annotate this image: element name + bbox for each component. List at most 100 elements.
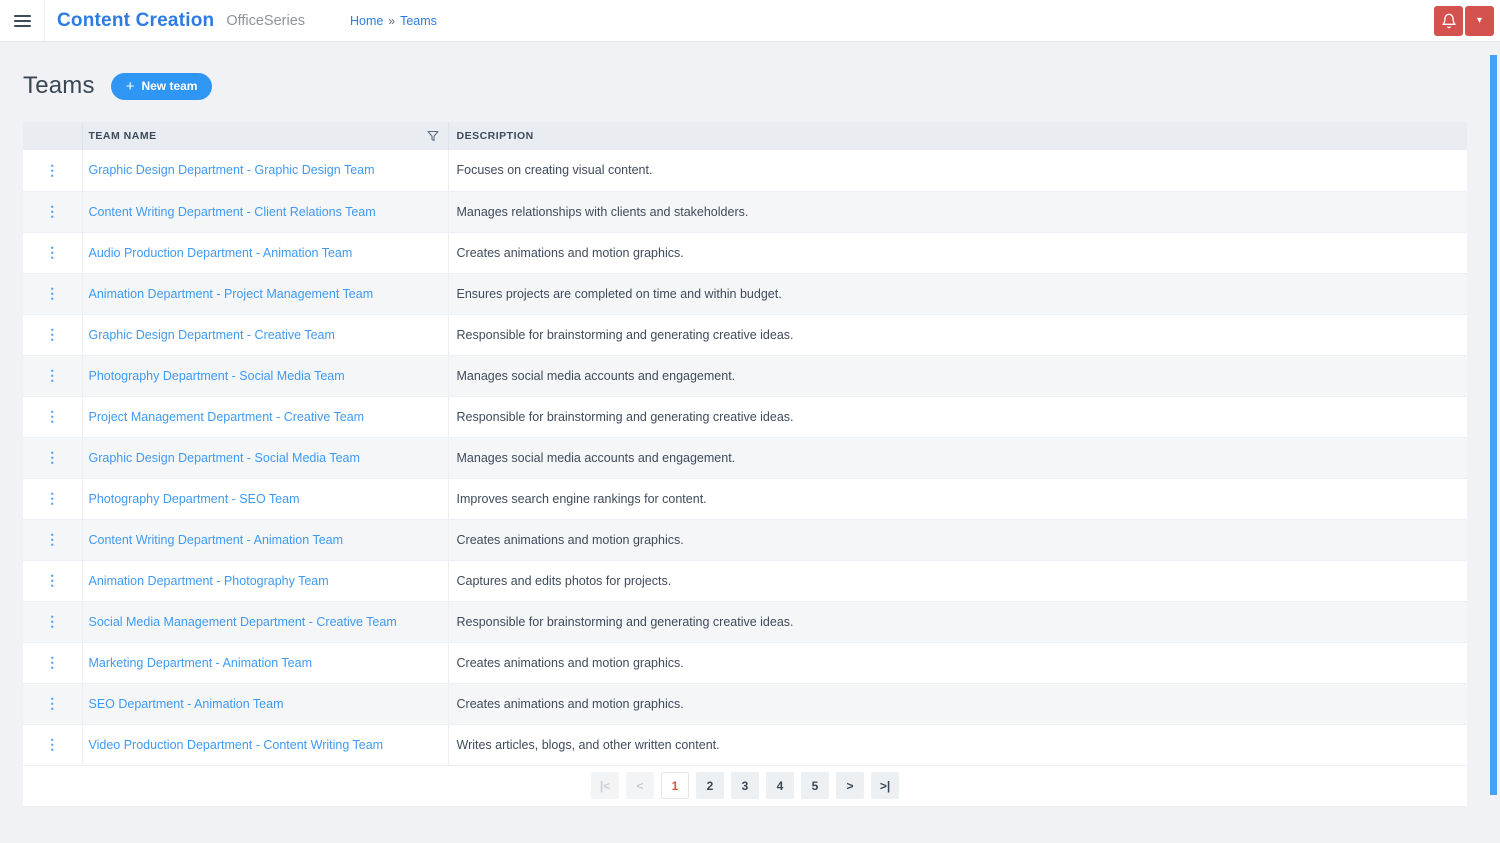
table-row: ⋮ Graphic Design Department - Creative T…	[23, 314, 1467, 356]
team-name-column-header: TEAM NAME	[82, 122, 449, 150]
page-title: Teams	[23, 72, 95, 99]
actions-column-header	[23, 122, 83, 150]
teams-table: TEAM NAME DESCRIPTION ⋮ Graphic Design D…	[23, 122, 1467, 766]
next-page-button[interactable]: >	[836, 772, 864, 799]
new-team-label: New team	[141, 79, 198, 93]
filter-icon[interactable]	[426, 130, 439, 142]
user-menu-button[interactable]: ▾	[1465, 5, 1494, 36]
table-row: ⋮ Audio Production Department - Animatio…	[23, 232, 1467, 274]
row-menu-icon[interactable]: ⋮	[45, 244, 59, 260]
team-description: Ensures projects are completed on time a…	[448, 273, 1467, 315]
team-description: Responsible for brainstorming and genera…	[448, 314, 1467, 356]
table-row: ⋮ Photography Department - SEO Team Impr…	[23, 478, 1467, 520]
team-name-link[interactable]: Social Media Management Department - Cre…	[89, 615, 397, 629]
row-menu-icon[interactable]: ⋮	[45, 285, 59, 301]
team-name-column-label: TEAM NAME	[88, 130, 157, 142]
team-name-link[interactable]: Animation Department - Project Managemen…	[89, 287, 374, 301]
scrollbar-thumb[interactable]	[1490, 55, 1497, 795]
row-menu-icon[interactable]: ⋮	[45, 449, 59, 465]
team-description: Manages social media accounts and engage…	[448, 437, 1467, 479]
team-name-link[interactable]: Audio Production Department - Animation …	[89, 246, 353, 260]
breadcrumb-separator: »	[388, 13, 396, 28]
table-row: ⋮ Content Writing Department - Animation…	[23, 519, 1467, 561]
top-bar: Content Creation OfficeSeries Home » Tea…	[0, 0, 1500, 42]
team-description: Focuses on creating visual content.	[448, 150, 1467, 192]
last-page-button[interactable]: >|	[871, 772, 899, 799]
bell-icon	[1441, 13, 1456, 28]
pagination: |< < 1 2 3 4 5 > >|	[23, 765, 1467, 806]
team-description: Manages social media accounts and engage…	[448, 355, 1467, 397]
description-column-label: DESCRIPTION	[456, 130, 534, 142]
row-menu-icon[interactable]: ⋮	[45, 572, 59, 588]
team-name-link[interactable]: Content Writing Department - Animation T…	[89, 533, 344, 547]
row-menu-icon[interactable]: ⋮	[45, 367, 59, 383]
team-description: Creates animations and motion graphics.	[448, 232, 1467, 274]
new-team-button[interactable]: + New team	[110, 72, 213, 100]
team-name-link[interactable]: Video Production Department - Content Wr…	[89, 738, 384, 752]
team-description: Creates animations and motion graphics.	[448, 519, 1467, 561]
row-menu-icon[interactable]: ⋮	[45, 736, 59, 752]
first-page-button[interactable]: |<	[591, 772, 619, 799]
team-name-link[interactable]: SEO Department - Animation Team	[89, 697, 284, 711]
table-row: ⋮ Graphic Design Department - Social Med…	[23, 437, 1467, 479]
teams-table-card: TEAM NAME DESCRIPTION ⋮ Graphic Design D…	[23, 122, 1467, 806]
app-subtitle: OfficeSeries	[226, 12, 306, 29]
page-button-2[interactable]: 2	[696, 772, 724, 799]
topbar-actions: ▾	[1434, 5, 1494, 36]
table-row: ⋮ Social Media Management Department - C…	[23, 601, 1467, 643]
row-menu-icon[interactable]: ⋮	[45, 162, 59, 178]
breadcrumb: Home » Teams	[350, 14, 437, 28]
prev-page-button[interactable]: <	[626, 772, 654, 799]
team-name-link[interactable]: Graphic Design Department - Social Media…	[89, 451, 360, 465]
row-menu-icon[interactable]: ⋮	[45, 613, 59, 629]
main-content: Teams + New team TEAM NAME DESCRIPTION ⋮…	[0, 42, 1500, 806]
team-name-link[interactable]: Graphic Design Department - Creative Tea…	[89, 328, 335, 342]
team-name-link[interactable]: Marketing Department - Animation Team	[89, 656, 312, 670]
table-row: ⋮ Project Management Department - Creati…	[23, 396, 1467, 438]
description-column-header: DESCRIPTION	[448, 122, 1467, 150]
team-description: Improves search engine rankings for cont…	[448, 478, 1467, 520]
row-menu-icon[interactable]: ⋮	[45, 490, 59, 506]
table-row: ⋮ Marketing Department - Animation Team …	[23, 642, 1467, 684]
team-description: Creates animations and motion graphics.	[448, 642, 1467, 684]
row-menu-icon[interactable]: ⋮	[45, 531, 59, 547]
row-menu-icon[interactable]: ⋮	[45, 326, 59, 342]
plus-icon: +	[125, 77, 135, 95]
team-name-link[interactable]: Photography Department - SEO Team	[89, 492, 300, 506]
table-header-row: TEAM NAME DESCRIPTION	[23, 122, 1467, 150]
row-menu-icon[interactable]: ⋮	[45, 408, 59, 424]
team-name-link[interactable]: Graphic Design Department - Graphic Desi…	[89, 163, 375, 177]
team-name-link[interactable]: Project Management Department - Creative…	[89, 410, 365, 424]
page-button-1[interactable]: 1	[661, 772, 689, 799]
team-description: Captures and edits photos for projects.	[448, 560, 1467, 602]
team-description: Writes articles, blogs, and other writte…	[448, 724, 1467, 766]
table-row: ⋮ Graphic Design Department - Graphic De…	[23, 150, 1467, 192]
table-row: ⋮ Photography Department - Social Media …	[23, 355, 1467, 397]
team-description: Creates animations and motion graphics.	[448, 683, 1467, 725]
title-row: Teams + New team	[23, 72, 1467, 100]
menu-icon[interactable]	[0, 0, 45, 41]
table-row: ⋮ SEO Department - Animation Team Create…	[23, 683, 1467, 725]
breadcrumb-current-link[interactable]: Teams	[400, 14, 437, 28]
team-description: Manages relationships with clients and s…	[448, 191, 1467, 233]
team-name-link[interactable]: Animation Department - Photography Team	[89, 574, 329, 588]
row-menu-icon[interactable]: ⋮	[45, 203, 59, 219]
page-button-3[interactable]: 3	[731, 772, 759, 799]
caret-down-icon: ▾	[1476, 14, 1483, 26]
team-name-link[interactable]: Photography Department - Social Media Te…	[89, 369, 345, 383]
notifications-button[interactable]	[1434, 5, 1463, 36]
team-description: Responsible for brainstorming and genera…	[448, 601, 1467, 643]
team-description: Responsible for brainstorming and genera…	[448, 396, 1467, 438]
table-row: ⋮ Video Production Department - Content …	[23, 724, 1467, 766]
page-button-5[interactable]: 5	[801, 772, 829, 799]
scrollbar-track[interactable]	[1487, 43, 1500, 843]
row-menu-icon[interactable]: ⋮	[45, 654, 59, 670]
table-row: ⋮ Animation Department - Photography Tea…	[23, 560, 1467, 602]
page-button-4[interactable]: 4	[766, 772, 794, 799]
row-menu-icon[interactable]: ⋮	[45, 695, 59, 711]
breadcrumb-home-link[interactable]: Home	[350, 14, 383, 28]
team-name-link[interactable]: Content Writing Department - Client Rela…	[89, 205, 376, 219]
app-title[interactable]: Content Creation	[57, 10, 214, 32]
table-row: ⋮ Animation Department - Project Managem…	[23, 273, 1467, 315]
table-row: ⋮ Content Writing Department - Client Re…	[23, 191, 1467, 233]
